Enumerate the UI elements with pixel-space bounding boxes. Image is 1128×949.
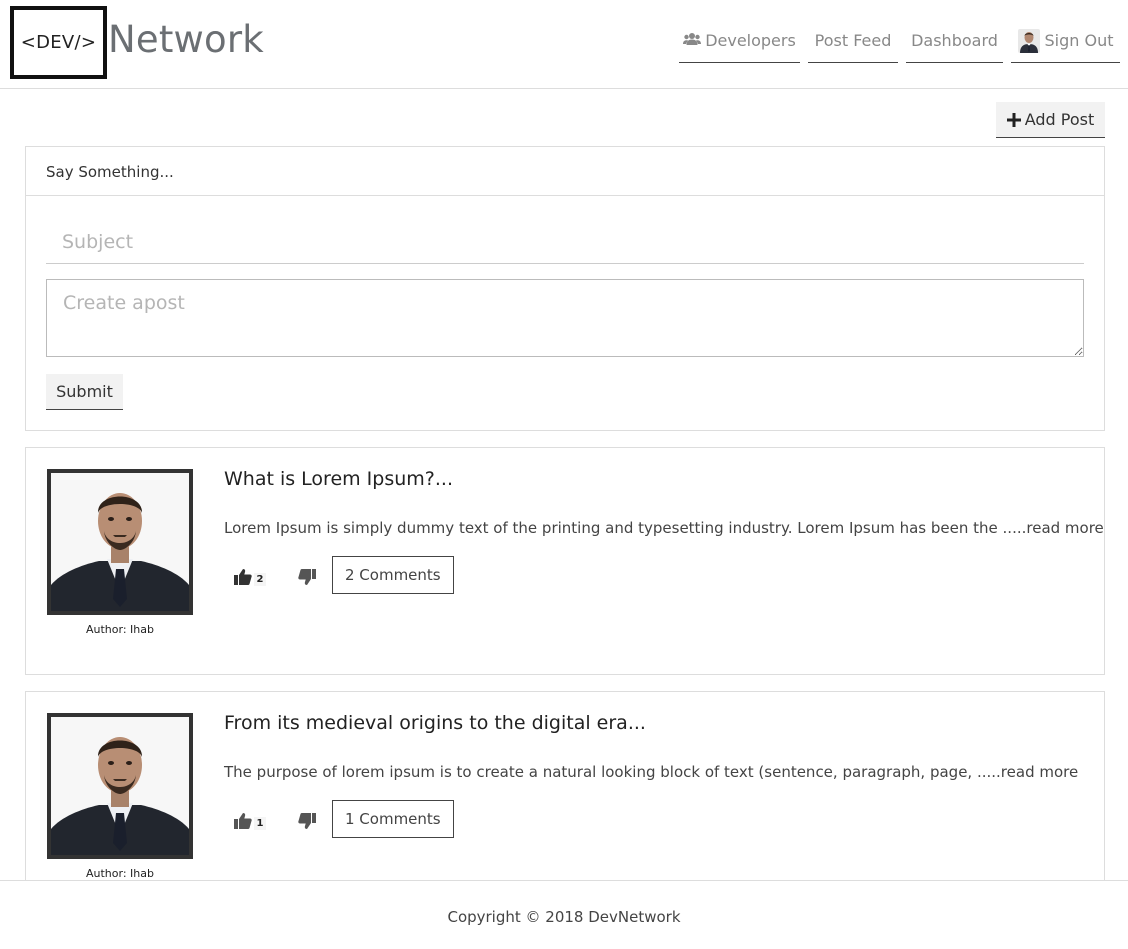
thumbs-down-icon [298,569,316,589]
nav-sign-out-label: Sign Out [1044,31,1114,50]
like-count: 2 [253,572,267,586]
like-button[interactable]: 1 [228,810,272,836]
subject-input[interactable] [46,221,1084,264]
nav-sign-out[interactable]: Sign Out [1011,20,1120,63]
compose-card: Say Something... Submit [25,146,1105,431]
post-title[interactable]: What is Lorem Ipsum?... [224,468,453,490]
like-count: 1 [253,816,267,830]
add-post-label: Add Post [1024,110,1095,129]
thumbs-down-icon [298,813,316,833]
post-body-textarea[interactable] [46,279,1084,357]
nav-post-feed[interactable]: Post Feed [808,20,898,63]
author-photo[interactable] [47,713,193,859]
user-avatar [1017,29,1040,53]
header: <DEV/> Network Developers Post Feed Dash… [0,0,1128,89]
dislike-button[interactable] [292,566,322,592]
post-title[interactable]: From its medieval origins to the digital… [224,712,646,734]
thumbs-up-icon [233,569,252,589]
nav-post-feed-label: Post Feed [814,31,892,50]
logo[interactable]: <DEV/> [10,6,107,79]
author-photo[interactable] [47,469,193,615]
comments-button[interactable]: 1 Comments [332,800,454,838]
post-excerpt: The purpose of lorem ipsum is to create … [224,763,977,781]
logo-text: <DEV/> [20,32,97,53]
plus-icon [1006,110,1021,130]
dislike-button[interactable] [292,810,322,836]
compose-heading: Say Something... [26,147,1104,196]
like-button[interactable]: 2 [228,566,272,592]
nav-developers[interactable]: Developers [679,20,800,63]
thumbs-up-icon [233,813,252,833]
submit-button[interactable]: Submit [46,374,123,410]
read-more-link[interactable]: .....read more [1003,519,1104,537]
post-body: Lorem Ipsum is simply dummy text of the … [224,519,1104,537]
post-author: Author: Ihab [86,623,154,636]
footer: Copyright © 2018 DevNetwork [0,880,1128,949]
post-card: Author: Ihab From its medieval origins t… [25,691,1105,891]
nav-developers-label: Developers [705,31,796,50]
nav-dashboard-label: Dashboard [911,31,998,50]
nav-dashboard[interactable]: Dashboard [906,20,1003,63]
comments-button[interactable]: 2 Comments [332,556,454,594]
post-author: Author: Ihab [86,867,154,880]
users-icon [683,31,702,50]
post-body: The purpose of lorem ipsum is to create … [224,763,1078,781]
post-excerpt: Lorem Ipsum is simply dummy text of the … [224,519,1003,537]
brand-name[interactable]: Network [108,18,264,61]
copyright-text: Copyright © 2018 DevNetwork [447,908,681,926]
read-more-link[interactable]: .....read more [977,763,1078,781]
add-post-button[interactable]: Add Post [996,102,1105,138]
post-card: Author: Ihab What is Lorem Ipsum?... Lor… [25,447,1105,675]
